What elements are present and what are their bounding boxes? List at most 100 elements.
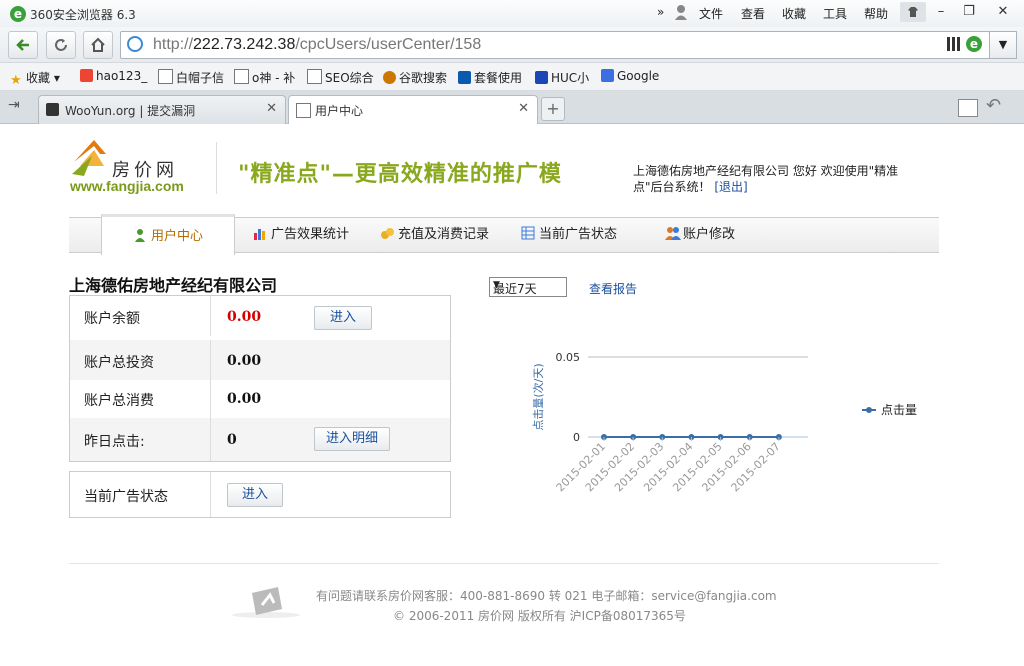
bookmark-label: Google — [617, 69, 660, 83]
bookmark-hao123[interactable]: hao123_ — [80, 69, 147, 83]
url-scheme: http:// — [153, 36, 194, 53]
wooyun-favicon-icon — [46, 103, 59, 116]
menu-favorites[interactable]: 收藏 — [782, 5, 806, 22]
tab-user-center[interactable]: 用户中心 ✕ — [288, 95, 538, 125]
balance-label: 账户余额 — [84, 311, 140, 327]
restore-icon[interactable]: ❐ — [956, 2, 982, 22]
tab-wooyun[interactable]: WooYun.org | 提交漏洞 ✕ — [38, 95, 286, 124]
bookmarks-bar: ★ 收藏 ▾ hao123_ 白帽子信 o神 - 补 SEO综合 谷歌搜索 套餐使… — [0, 63, 1024, 91]
bookmark-label: 谷歌搜索 — [399, 71, 448, 85]
footer-copyright: © 2006-2011 房价网 版权所有 沪ICP备08017365号 — [393, 609, 686, 623]
page-icon — [158, 69, 173, 84]
tab-label: 用户中心 — [315, 104, 364, 118]
company-name: 上海德佑房地产经纪有限公司 — [69, 276, 278, 295]
y-axis-label: 点击量(次/天) — [531, 363, 545, 430]
browser-logo-icon: e — [10, 6, 26, 22]
sidebar-toggle-icon[interactable]: ⇥ — [8, 97, 28, 117]
nav-ad-stats[interactable]: 广告效果统计 — [253, 218, 349, 252]
nav-label: 当前广告状态 — [539, 227, 618, 242]
chevron-down-icon: ▼ — [493, 280, 500, 290]
coins-icon — [380, 220, 394, 239]
star-icon: ★ — [10, 73, 22, 88]
menu-help[interactable]: 帮助 — [864, 5, 888, 22]
bookmark-ogod[interactable]: o神 - 补 — [234, 69, 295, 86]
account-table: 账户余额 0.00 进入 账户总投资 0.00 账户总消费 0.00 昨日点击:… — [69, 295, 451, 462]
compat-mode-icon[interactable]: e — [966, 36, 982, 52]
bookmark-label: HUC小 — [551, 71, 590, 85]
tab-close-icon[interactable]: ✕ — [266, 101, 277, 116]
legend-label: 点击量 — [881, 403, 917, 417]
window-title: 360安全浏览器 6.3 — [30, 8, 136, 22]
url-text: http://222.73.242.38/cpcUsers/userCenter… — [153, 36, 481, 54]
url-dropdown-chevron-icon[interactable]: ▼ — [989, 31, 1017, 59]
url-path: /cpcUsers/userCenter/158 — [295, 36, 482, 53]
balance-enter-button[interactable]: 进入 — [314, 306, 372, 330]
ad-status-box: 当前广告状态 进入 — [69, 471, 451, 518]
date-range-select[interactable]: 最近7天 ▼ — [489, 277, 567, 297]
menu-file[interactable]: 文件 — [699, 5, 723, 22]
menu-tools[interactable]: 工具 — [823, 5, 847, 22]
bookmark-huc[interactable]: HUC小 — [535, 69, 589, 86]
back-button[interactable] — [8, 31, 38, 59]
table-row: 账户余额 0.00 进入 — [70, 296, 450, 336]
google-icon — [601, 69, 614, 82]
bookmark-favorites[interactable]: ★ 收藏 ▾ — [10, 69, 60, 88]
menu-view[interactable]: 查看 — [741, 5, 765, 22]
tab-close-icon[interactable]: ✕ — [518, 101, 529, 116]
total-spend-label: 账户总消费 — [84, 393, 154, 409]
footer-divider — [69, 563, 939, 564]
ad-status-enter-button[interactable]: 进入 — [227, 483, 283, 507]
tab-label: WooYun.org | 提交漏洞 — [65, 104, 196, 118]
bookmark-package[interactable]: 套餐使用 — [458, 69, 522, 86]
nav-user-center[interactable]: 用户中心 — [101, 214, 235, 255]
ad-status-label: 当前广告状态 — [84, 489, 168, 505]
nav-account-edit[interactable]: 账户修改 — [665, 218, 735, 252]
balance-value: 0.00 — [227, 309, 262, 325]
home-button[interactable] — [83, 31, 113, 59]
click-details-button[interactable]: 进入明细 — [314, 427, 390, 451]
minimize-icon[interactable]: – — [928, 2, 954, 22]
header-divider — [216, 142, 217, 194]
page-icon — [234, 69, 249, 84]
bookmark-label: o神 - 补 — [252, 71, 296, 85]
main-nav: 用户中心 广告效果统计 充值及消费记录 当前广告状态 账户修改 — [69, 214, 939, 255]
close-window-icon[interactable]: ✕ — [990, 2, 1016, 22]
bookmark-label: 收藏 — [26, 71, 51, 85]
users-icon — [665, 220, 681, 240]
bookmark-google-search[interactable]: 谷歌搜索 — [383, 69, 447, 86]
address-toolbar: http://222.73.242.38/cpcUsers/userCenter… — [0, 27, 1024, 63]
page-icon — [296, 103, 311, 118]
bookmark-whitehat[interactable]: 白帽子信 — [158, 69, 224, 86]
nav-ad-status[interactable]: 当前广告状态 — [521, 218, 617, 252]
bookmark-label: hao123_ — [96, 69, 148, 83]
more-chevron-icon[interactable]: » — [657, 5, 664, 19]
restore-tabs-icon[interactable] — [958, 99, 978, 117]
slogan: "精准点"—更高效精准的推广模 — [238, 162, 562, 187]
y-tick-label: 0 — [573, 431, 580, 444]
y-tick-label: 0.05 — [556, 351, 581, 364]
total-spend-value: 0.00 — [227, 391, 262, 407]
table-row: 账户总消费 0.00 — [70, 378, 450, 418]
skin-icon[interactable] — [900, 2, 926, 22]
logout-link[interactable]: [退出] — [714, 180, 747, 194]
url-input[interactable]: http://222.73.242.38/cpcUsers/userCenter… — [120, 31, 990, 59]
new-tab-button[interactable]: + — [541, 97, 565, 121]
user-icon — [133, 219, 147, 242]
user-avatar-icon[interactable] — [674, 4, 688, 20]
qr-code-icon[interactable] — [947, 37, 961, 51]
clicks-line-chart: 00.05点击量(次/天)2015-02-012015-02-022015-02… — [531, 351, 917, 494]
bookmark-google[interactable]: Google — [601, 69, 659, 83]
table-row: 昨日点击: 0 进入明细 — [70, 418, 450, 461]
telecom-icon — [458, 71, 471, 84]
page-globe-icon — [127, 36, 143, 52]
welcome-message: 上海德佑房地产经纪有限公司 您好 欢迎使用"精准点"后台系统！ — [633, 164, 899, 194]
refresh-button[interactable] — [46, 31, 76, 59]
footer-contact: 有问题请联系房价网客服：400-881-8690 转 021 电子邮箱：serv… — [316, 589, 777, 603]
view-report-link[interactable]: 查看报告 — [589, 280, 637, 297]
nav-recharge-records[interactable]: 充值及消费记录 — [380, 218, 489, 252]
fangjia-logo-icon — [72, 140, 106, 176]
undo-close-icon[interactable]: ↶ — [986, 95, 1001, 116]
tab-strip: ⇥ WooYun.org | 提交漏洞 ✕ 用户中心 ✕ + ↶ — [0, 91, 1024, 125]
bookmark-seo[interactable]: SEO综合 — [307, 69, 374, 86]
bookmark-label: SEO综合 — [325, 71, 374, 85]
